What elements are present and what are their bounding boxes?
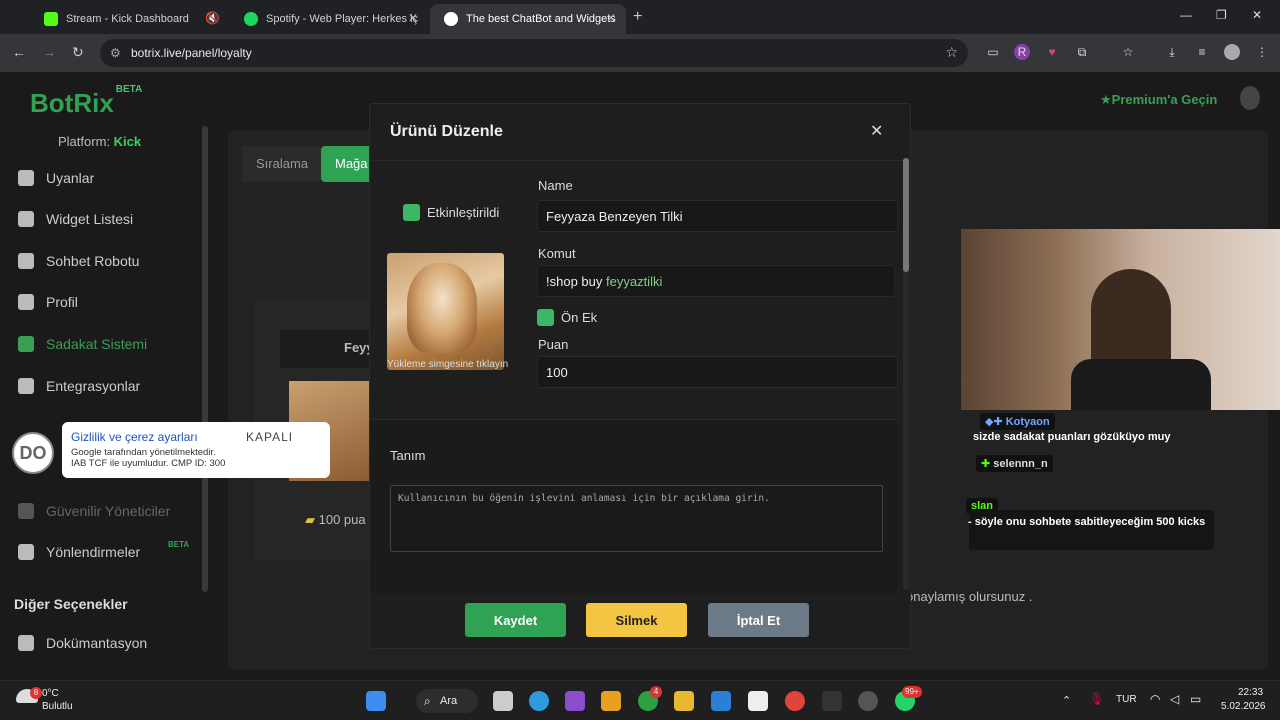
url-bar[interactable]: ⚙ botrix.live/panel/loyalty ☆ bbox=[100, 39, 968, 67]
kick-icon bbox=[44, 12, 58, 26]
weather-temp: 0°C bbox=[42, 688, 59, 699]
clock-date[interactable]: 5.02.2026 bbox=[1221, 701, 1266, 712]
product-image-upload[interactable] bbox=[387, 253, 504, 370]
tab-title: Stream - Kick Dashboard bbox=[66, 13, 189, 25]
edge-icon[interactable] bbox=[529, 691, 549, 711]
save-button[interactable]: Kaydet bbox=[465, 603, 566, 637]
cast-icon[interactable]: ▭ bbox=[985, 44, 1001, 60]
clock-time[interactable]: 22:33 bbox=[1238, 687, 1263, 698]
wifi-icon[interactable]: ◠ bbox=[1150, 692, 1160, 706]
obs-icon[interactable] bbox=[858, 691, 878, 711]
maximize-button[interactable]: ❐ bbox=[1216, 8, 1227, 22]
close-window-button[interactable]: ✕ bbox=[1252, 8, 1262, 22]
tab-kick-dashboard[interactable]: Stream - Kick Dashboard 🔇 bbox=[30, 4, 230, 34]
mute-icon[interactable]: 🔇 bbox=[205, 11, 220, 25]
microphone-icon[interactable]: 🎙 bbox=[1089, 692, 1104, 706]
prefix-checkbox[interactable] bbox=[537, 309, 554, 326]
start-icon[interactable] bbox=[366, 691, 386, 711]
language-indicator[interactable]: TUR bbox=[1116, 694, 1137, 705]
site-info-icon[interactable]: ⚙ bbox=[110, 46, 121, 60]
modal-scroll-thumb[interactable] bbox=[903, 158, 909, 272]
file-explorer-icon[interactable] bbox=[674, 691, 694, 711]
tab-spotify[interactable]: Spotify - Web Player: Herkes iç ✕ bbox=[230, 4, 428, 34]
prefix-label: Ön Ek bbox=[561, 310, 598, 325]
chrome-icon[interactable] bbox=[785, 691, 805, 711]
command-value: feyyaztilki bbox=[606, 273, 663, 289]
whatsapp-badge: 99+ bbox=[902, 686, 922, 698]
extensions-puzzle-icon[interactable]: ⧉ bbox=[1074, 44, 1090, 60]
botrix-page: BotRix BETA Platform: Kick Uyanlar Widget… bbox=[0, 72, 1280, 680]
close-icon[interactable]: ✕ bbox=[408, 11, 418, 25]
windows-taskbar: 8 0°C Bulutlu ⌕ Ara 4 99+ ⌃ 🎙 TUR ◠ ◁ ▭ … bbox=[0, 680, 1280, 720]
store-icon[interactable] bbox=[748, 691, 768, 711]
menu-icon[interactable]: ⋮ bbox=[1254, 44, 1270, 60]
points-label: Puan bbox=[538, 337, 569, 352]
modal-divider bbox=[370, 160, 910, 161]
weather-desc: Bulutlu bbox=[42, 701, 73, 712]
minimize-button[interactable]: — bbox=[1180, 8, 1192, 22]
back-button[interactable]: ← bbox=[12, 44, 26, 60]
xbox-badge: 4 bbox=[650, 686, 662, 698]
task-view-icon[interactable] bbox=[493, 691, 513, 711]
enabled-checkbox[interactable] bbox=[403, 204, 420, 221]
battery-icon[interactable]: ▭ bbox=[1190, 692, 1201, 706]
fox-image bbox=[407, 263, 477, 353]
name-label: Name bbox=[538, 178, 573, 193]
description-textarea[interactable]: Kullanıcının bu öğenin işlevini anlaması… bbox=[390, 485, 883, 552]
tray-chevron-icon[interactable]: ⌃ bbox=[1062, 694, 1071, 707]
points-field[interactable]: 100 bbox=[537, 356, 898, 388]
copilot-icon[interactable] bbox=[601, 691, 621, 711]
bookmark-star-icon[interactable]: ☆ bbox=[945, 44, 958, 61]
command-prefix: !shop buy bbox=[546, 273, 603, 289]
close-icon[interactable]: ✕ bbox=[870, 121, 883, 141]
modal-scrollbar[interactable] bbox=[903, 158, 909, 590]
extension-heart-icon[interactable]: ♥ bbox=[1044, 44, 1060, 60]
edit-product-modal: Ürünü Düzenle ✕ Etkinleştirildi Name Fey… bbox=[369, 103, 911, 649]
command-label: Komut bbox=[538, 246, 576, 261]
tab-title: The best ChatBot and Widgets bbox=[466, 13, 616, 25]
url-text: botrix.live/panel/loyalty bbox=[131, 46, 252, 60]
close-icon[interactable]: ✕ bbox=[606, 11, 616, 25]
tab-title: Spotify - Web Player: Herkes iç bbox=[266, 13, 419, 25]
weather-badge: 8 bbox=[30, 687, 42, 699]
name-field[interactable]: Feyyaza Benzeyen Tilki bbox=[537, 200, 898, 232]
volume-icon[interactable]: ◁ bbox=[1170, 692, 1179, 706]
download-icon[interactable]: ⤓ bbox=[1164, 44, 1180, 60]
description-label: Tanım bbox=[390, 448, 426, 463]
favorites-icon[interactable]: ☆ bbox=[1120, 44, 1136, 60]
epic-games-icon[interactable] bbox=[822, 691, 842, 711]
search-box[interactable]: ⌕ Ara bbox=[416, 689, 478, 713]
delete-button[interactable]: Silmek bbox=[586, 603, 687, 637]
forward-button[interactable]: → bbox=[42, 44, 56, 60]
browser-tab-bar: Stream - Kick Dashboard 🔇 Spotify - Web … bbox=[0, 0, 1280, 34]
profile-avatar[interactable] bbox=[1224, 44, 1240, 60]
tab-botrix[interactable]: The best ChatBot and Widgets ✕ bbox=[430, 4, 626, 34]
cancel-button[interactable]: İptal Et bbox=[708, 603, 809, 637]
spotify-icon bbox=[244, 12, 258, 26]
visual-studio-icon[interactable] bbox=[565, 691, 585, 711]
search-icon: ⌕ bbox=[424, 694, 431, 708]
upload-caption[interactable]: Yükleme simgesine tıklayın bbox=[387, 359, 508, 370]
extension-icon[interactable]: R bbox=[1014, 44, 1030, 60]
vscode-icon[interactable] bbox=[711, 691, 731, 711]
botrix-icon bbox=[444, 12, 458, 26]
modal-title: Ürünü Düzenle bbox=[390, 123, 503, 140]
reload-button[interactable]: ↻ bbox=[72, 44, 84, 61]
address-toolbar: ← → ↻ ⚙ botrix.live/panel/loyalty ☆ ▭ R … bbox=[0, 34, 1280, 72]
new-tab-button[interactable]: + bbox=[633, 8, 642, 26]
command-field[interactable]: !shop buy feyyaztilki bbox=[537, 265, 895, 297]
enabled-label: Etkinleştirildi bbox=[427, 205, 500, 220]
media-icon[interactable]: ≡ bbox=[1194, 44, 1210, 60]
